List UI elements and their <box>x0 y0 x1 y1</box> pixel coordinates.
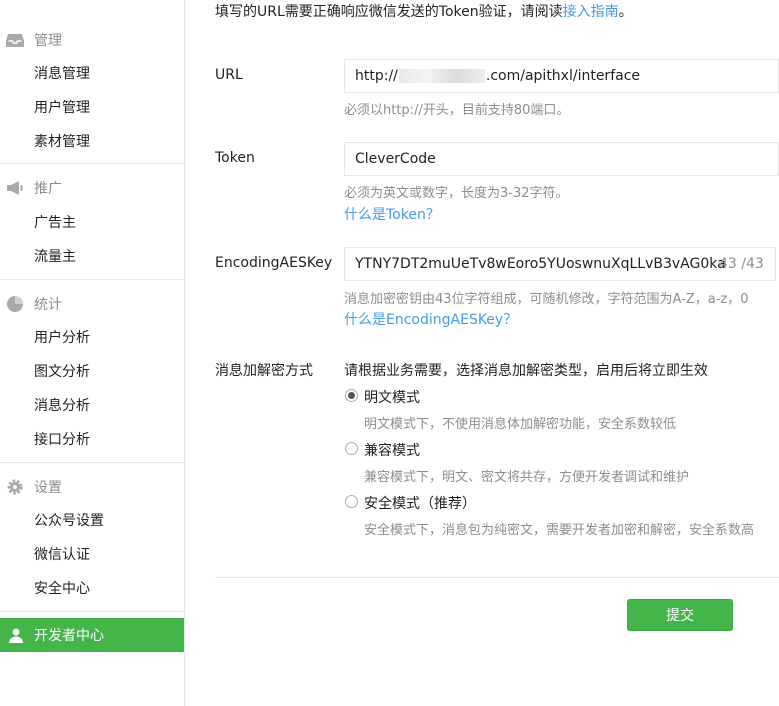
divider <box>0 611 184 612</box>
pie-chart-icon <box>6 295 24 313</box>
encrypt-label: 消息加解密方式 <box>215 363 313 379</box>
what-is-aes-link[interactable]: 什么是EncodingAESKey？ <box>344 309 517 329</box>
sidebar-item-account-settings[interactable]: 公众号设置 <box>34 511 104 531</box>
url-label: URL <box>215 67 243 83</box>
url-field[interactable]: http:// .com/apithxl/interface <box>344 59 779 93</box>
sidebar-item-advertiser[interactable]: 广告主 <box>34 213 76 233</box>
intro-end: 。 <box>618 4 633 20</box>
aes-key-value: YTNY7DT2muUeTv8wEoro5YUoswnuXqLLvB3vAG0k… <box>355 256 726 272</box>
intro-text: 填写的URL需要正确响应微信发送的Token验证，请阅读 <box>215 4 563 20</box>
sidebar-item-publisher[interactable]: 流量主 <box>34 247 76 267</box>
aes-key-field[interactable]: YTNY7DT2muUeTv8wEoro5YUoswnuXqLLvB3vAG0k… <box>344 247 776 281</box>
inbox-icon <box>6 31 24 49</box>
section-title: 统计 <box>34 297 62 313</box>
token-hint: 必须为英文或数字，长度为3-32字符。 <box>344 186 569 201</box>
secure-mode-radio[interactable] <box>345 495 358 508</box>
sidebar-item-user-analysis[interactable]: 用户分析 <box>34 328 90 348</box>
sidebar-item-security-center[interactable]: 安全中心 <box>34 579 90 599</box>
section-manage: 管理 <box>0 25 184 55</box>
encrypt-intro: 请根据业务需要，选择消息加解密类型，启用后将立即生效 <box>344 363 708 379</box>
gear-icon <box>6 478 24 496</box>
sidebar: 管理 消息管理 用户管理 素材管理 推广 广告主 流量主 统计 用户分析 图文分… <box>0 0 185 706</box>
divider <box>0 163 184 164</box>
compatible-mode-desc: 兼容模式下，明文、密文将共存，方便开发者调试和维护 <box>364 470 690 485</box>
sidebar-item-message-analysis[interactable]: 消息分析 <box>34 396 90 416</box>
section-promote: 推广 <box>0 173 184 203</box>
token-value: CleverCode <box>355 151 436 167</box>
plaintext-mode-radio[interactable] <box>345 389 358 402</box>
url-suffix: .com/apithxl/interface <box>485 68 641 84</box>
divider <box>0 279 184 280</box>
plaintext-mode-label[interactable]: 明文模式 <box>364 387 420 407</box>
section-title: 设置 <box>34 480 62 496</box>
sidebar-item-materials[interactable]: 素材管理 <box>34 132 90 152</box>
submit-button[interactable]: 提交 <box>627 599 733 631</box>
sidebar-item-users[interactable]: 用户管理 <box>34 98 90 118</box>
user-icon <box>8 627 24 643</box>
section-title: 管理 <box>34 33 62 49</box>
intro-note: 填写的URL需要正确响应微信发送的Token验证，请阅读接入指南。 <box>215 1 633 21</box>
url-hint: 必须以http://开头，目前支持80端口。 <box>344 103 570 118</box>
section-title: 推广 <box>34 181 62 197</box>
token-label: Token <box>215 150 255 166</box>
compatible-mode-label[interactable]: 兼容模式 <box>364 440 420 460</box>
aes-label: EncodingAESKey <box>215 255 333 271</box>
sidebar-item-messages[interactable]: 消息管理 <box>34 64 90 84</box>
redacted-domain <box>398 69 485 83</box>
plaintext-mode-desc: 明文模式下，不使用消息体加解密功能，安全系数较低 <box>364 417 677 432</box>
sidebar-item-verification[interactable]: 微信认证 <box>34 545 90 565</box>
sidebar-item-api-analysis[interactable]: 接口分析 <box>34 430 90 450</box>
compatible-mode-radio[interactable] <box>345 442 358 455</box>
access-guide-link[interactable]: 接入指南 <box>563 4 619 20</box>
sidebar-item-developer-center[interactable]: 开发者中心 <box>0 618 184 652</box>
divider <box>0 462 184 463</box>
section-stats: 统计 <box>0 289 184 319</box>
sidebar-item-label: 开发者中心 <box>34 628 104 644</box>
sidebar-item-article-analysis[interactable]: 图文分析 <box>34 362 90 382</box>
section-settings: 设置 <box>0 472 184 502</box>
secure-mode-desc: 安全模式下，消息包为纯密文，需要开发者加密和解密，安全系数高 <box>364 523 755 538</box>
token-field[interactable]: CleverCode <box>344 142 779 176</box>
secure-mode-label[interactable]: 安全模式（推荐） <box>364 493 476 513</box>
megaphone-icon <box>6 179 24 197</box>
form-divider <box>215 577 779 578</box>
what-is-token-link[interactable]: 什么是Token？ <box>344 204 440 224</box>
aes-hint: 消息加密密钥由43位字符组成，可随机修改，字符范围为A-Z，a-z，0 <box>344 292 749 307</box>
main-panel: 填写的URL需要正确响应微信发送的Token验证，请阅读接入指南。 URL ht… <box>185 0 779 706</box>
url-prefix: http:// <box>355 68 398 84</box>
aes-char-counter: 43 /43 <box>719 256 764 272</box>
